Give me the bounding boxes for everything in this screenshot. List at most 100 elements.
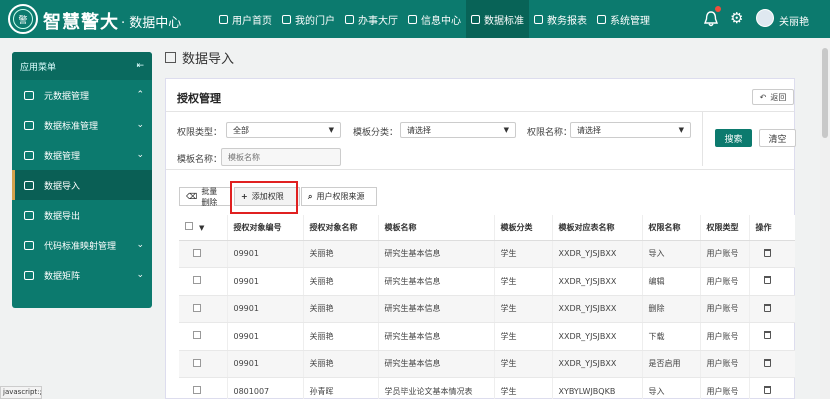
matrix-icon [24, 270, 34, 280]
col-header[interactable]: 权限名称 [642, 215, 701, 241]
table-row[interactable]: 09901 关丽艳 研究生基本信息 学生 XXDR_YJSJBXX 导入 用户账… [179, 240, 795, 268]
trash-icon: ⌫ [186, 192, 198, 201]
table-row[interactable]: 09901 关丽艳 研究生基本信息 学生 XXDR_YJSJBXX 是否启用 用… [179, 350, 795, 378]
cell: 关丽艳 [303, 322, 379, 351]
template-category-select[interactable]: 请选择 ▼ [400, 122, 516, 138]
row-checkbox[interactable] [193, 331, 201, 340]
trash-icon[interactable] [763, 248, 771, 257]
avatar[interactable] [756, 9, 774, 27]
row-select[interactable] [179, 377, 228, 399]
table-row[interactable]: 09901 关丽艳 研究生基本信息 学生 XXDR_YJSJBXX 下载 用户账… [179, 322, 795, 351]
bell-icon[interactable] [703, 10, 719, 27]
row-select[interactable] [179, 240, 228, 268]
data-icon [24, 150, 34, 160]
collapse-sidebar-icon[interactable]: ⇤ [136, 61, 144, 71]
trash-icon[interactable] [763, 386, 771, 395]
nav-label: 数据标准 [484, 15, 524, 27]
col-header: 操作 [749, 215, 795, 241]
sidebar-item-data-manage[interactable]: 数据管理 ⌄ [12, 140, 152, 170]
batch-delete-button[interactable]: ⌫ 批量删除 [179, 187, 231, 207]
page-title: 数据导入 [182, 52, 235, 67]
permission-name-select[interactable]: 请选择 ▼ [570, 122, 691, 138]
cell: 研究生基本信息 [378, 295, 495, 323]
user-permission-source-button[interactable]: ⌕ 用户权限来源 [301, 187, 377, 206]
search-button[interactable]: 搜索 [715, 129, 752, 147]
chevron-down-icon: ⌄ [136, 240, 144, 250]
nav-label: 教务报表 [547, 15, 587, 27]
row-select[interactable] [179, 295, 228, 323]
row-checkbox[interactable] [193, 303, 201, 312]
cell: 研究生基本信息 [378, 240, 495, 268]
nav-my-portal[interactable]: 我的门户 [277, 0, 340, 38]
cell: 关丽艳 [303, 240, 379, 268]
row-select[interactable] [179, 322, 228, 351]
table-row[interactable]: 09901 关丽艳 研究生基本信息 学生 XXDR_YJSJBXX 删除 用户账… [179, 295, 795, 323]
add-permission-button[interactable]: + 添加权限 [234, 187, 300, 206]
template-name-input[interactable] [221, 148, 341, 166]
back-button[interactable]: ↶ 返回 [752, 89, 794, 105]
row-checkbox[interactable] [193, 276, 201, 285]
table-row[interactable]: 0801007 孙青晖 学员毕业论文基本情况表 学生 XYBYLWJBQKB 导… [179, 377, 795, 399]
user-name[interactable]: 关丽艳 [779, 13, 809, 28]
col-header[interactable]: 模板分类 [494, 215, 553, 241]
sidebar: 应用菜单 ⇤ 元数据管理 ⌃ 数据标准管理 ⌄ 数据管理 ⌄ 数据导入 数据导出 代码… [12, 52, 152, 308]
table-header-row: ▼ 授权对象编号 授权对象名称 模板名称 模板分类 模板对应表名称 权限名称 权… [179, 215, 795, 241]
chevron-down-icon: ⌄ [136, 120, 144, 130]
logo: 警 [8, 4, 38, 34]
caret-down-icon[interactable]: ▼ [199, 224, 204, 232]
clear-button[interactable]: 清空 [759, 129, 796, 147]
breadcrumb: 数据导入 [165, 48, 234, 67]
caret-down-icon: ▼ [328, 126, 334, 134]
select-all-header[interactable]: ▼ [179, 215, 228, 241]
col-header[interactable]: 模板名称 [378, 215, 495, 241]
cell: 学生 [494, 350, 553, 378]
chevron-down-icon: ⌄ [136, 150, 144, 160]
divider [702, 112, 703, 166]
cell: 编辑 [642, 267, 701, 296]
sidebar-item-data-export[interactable]: 数据导出 [12, 200, 152, 230]
nav-academic-report[interactable]: 教务报表 [529, 0, 592, 38]
cell: 删除 [642, 295, 701, 323]
sidebar-item-data-standard[interactable]: 数据标准管理 ⌄ [12, 110, 152, 140]
row-checkbox[interactable] [193, 358, 201, 367]
col-header[interactable]: 授权对象编号 [227, 215, 304, 241]
row-select[interactable] [179, 267, 228, 296]
button-label: 用户权限来源 [316, 192, 365, 201]
select-all-checkbox[interactable] [185, 222, 193, 231]
nav-data-standard[interactable]: 数据标准 [466, 0, 529, 38]
row-checkbox[interactable] [193, 248, 201, 257]
template-cat-label: 模板分类： [353, 128, 399, 138]
sidebar-item-metadata[interactable]: 元数据管理 ⌃ [12, 80, 152, 110]
col-header[interactable]: 权限类型 [700, 215, 750, 241]
cell: 09901 [227, 295, 304, 323]
nav-user-home[interactable]: 用户首页 [214, 0, 277, 38]
back-label: 返回 [770, 92, 787, 102]
row-select[interactable] [179, 350, 228, 378]
divider [166, 169, 794, 170]
row-actions [749, 295, 795, 323]
trash-icon[interactable] [763, 358, 771, 367]
trash-icon[interactable] [763, 276, 771, 285]
cell: 用户账号 [700, 350, 750, 378]
scrollbar-thumb[interactable] [822, 48, 828, 138]
nav-service-hall[interactable]: 办事大厅 [340, 0, 403, 38]
cell: 关丽艳 [303, 267, 379, 296]
settings-gear-icon[interactable]: ⚙ [730, 10, 743, 27]
cell: 用户账号 [700, 295, 750, 323]
sidebar-item-code-mapping[interactable]: 代码标准映射管理 ⌄ [12, 230, 152, 260]
nav-label: 办事大厅 [358, 15, 398, 27]
permission-type-select[interactable]: 全部 ▼ [226, 122, 341, 138]
trash-icon[interactable] [763, 303, 771, 312]
cell: 学生 [494, 267, 553, 296]
table-row[interactable]: 09901 关丽艳 研究生基本信息 学生 XXDR_YJSJBXX 编辑 用户账… [179, 267, 795, 296]
nav-system-admin[interactable]: 系统管理 [592, 0, 655, 38]
trash-icon[interactable] [763, 331, 771, 340]
col-header[interactable]: 授权对象名称 [303, 215, 379, 241]
row-checkbox[interactable] [193, 386, 201, 395]
page-scrollbar[interactable] [820, 38, 830, 399]
sidebar-item-data-import[interactable]: 数据导入 [12, 170, 152, 200]
logo-emblem: 警 [13, 9, 33, 29]
nav-info-center[interactable]: 信息中心 [403, 0, 466, 38]
col-header[interactable]: 模板对应表名称 [552, 215, 643, 241]
sidebar-item-data-matrix[interactable]: 数据矩阵 ⌄ [12, 260, 152, 290]
